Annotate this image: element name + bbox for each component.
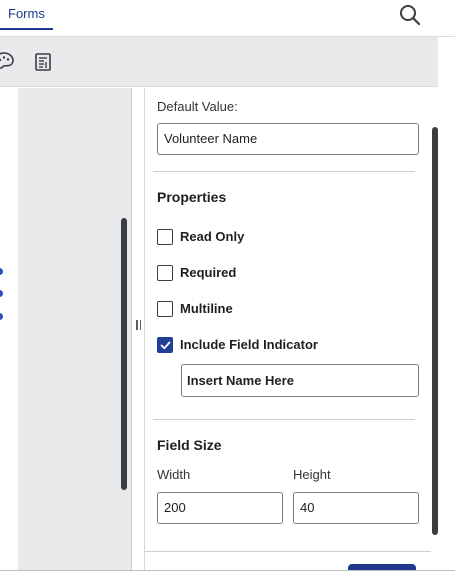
width-input[interactable]: 200 [157, 492, 283, 524]
width-label: Width [157, 467, 191, 482]
tab-active-indicator [0, 28, 53, 30]
field-indicator-text-input[interactable]: Insert Name Here [181, 364, 419, 397]
height-label: Height [293, 467, 331, 482]
panel-splitter[interactable] [132, 88, 145, 570]
drag-handle-icon [135, 320, 142, 332]
window-bottom-edge [0, 570, 455, 586]
properties-section-title: Properties [157, 189, 227, 205]
palette-button[interactable] [0, 50, 16, 74]
canvas-margin [18, 88, 132, 570]
selection-handle[interactable] [0, 290, 3, 297]
search-icon [400, 5, 421, 26]
tab-forms[interactable]: Forms [0, 0, 53, 30]
panel-footer-divider [145, 551, 431, 552]
top-bar: Forms [0, 0, 455, 37]
required-label: Required [180, 265, 237, 280]
divider [153, 171, 415, 172]
include-field-indicator-checkbox[interactable] [157, 337, 173, 353]
field-size-section-title: Field Size [157, 437, 222, 453]
form-settings-button[interactable] [31, 50, 55, 74]
form-canvas[interactable] [0, 88, 18, 570]
panel-scrollbar[interactable] [432, 127, 438, 535]
canvas-scrollbar[interactable] [121, 218, 127, 490]
multiline-checkbox[interactable] [157, 301, 173, 317]
form-settings-icon [35, 53, 51, 71]
checkmark-icon [160, 341, 170, 349]
tab-forms-label: Forms [8, 6, 45, 21]
height-input[interactable]: 40 [293, 492, 419, 524]
selection-handle[interactable] [0, 313, 3, 320]
search-button[interactable] [397, 2, 423, 28]
read-only-label: Read Only [180, 229, 245, 244]
divider [153, 419, 415, 420]
required-checkbox[interactable] [157, 265, 173, 281]
selection-handle[interactable] [0, 268, 3, 275]
include-field-indicator-label: Include Field Indicator [180, 337, 318, 352]
toolbar [0, 37, 438, 87]
read-only-checkbox[interactable] [157, 229, 173, 245]
multiline-label: Multiline [180, 301, 233, 316]
default-value-input[interactable]: Volunteer Name [157, 123, 419, 155]
default-value-label: Default Value: [157, 99, 238, 114]
palette-icon [0, 52, 14, 69]
